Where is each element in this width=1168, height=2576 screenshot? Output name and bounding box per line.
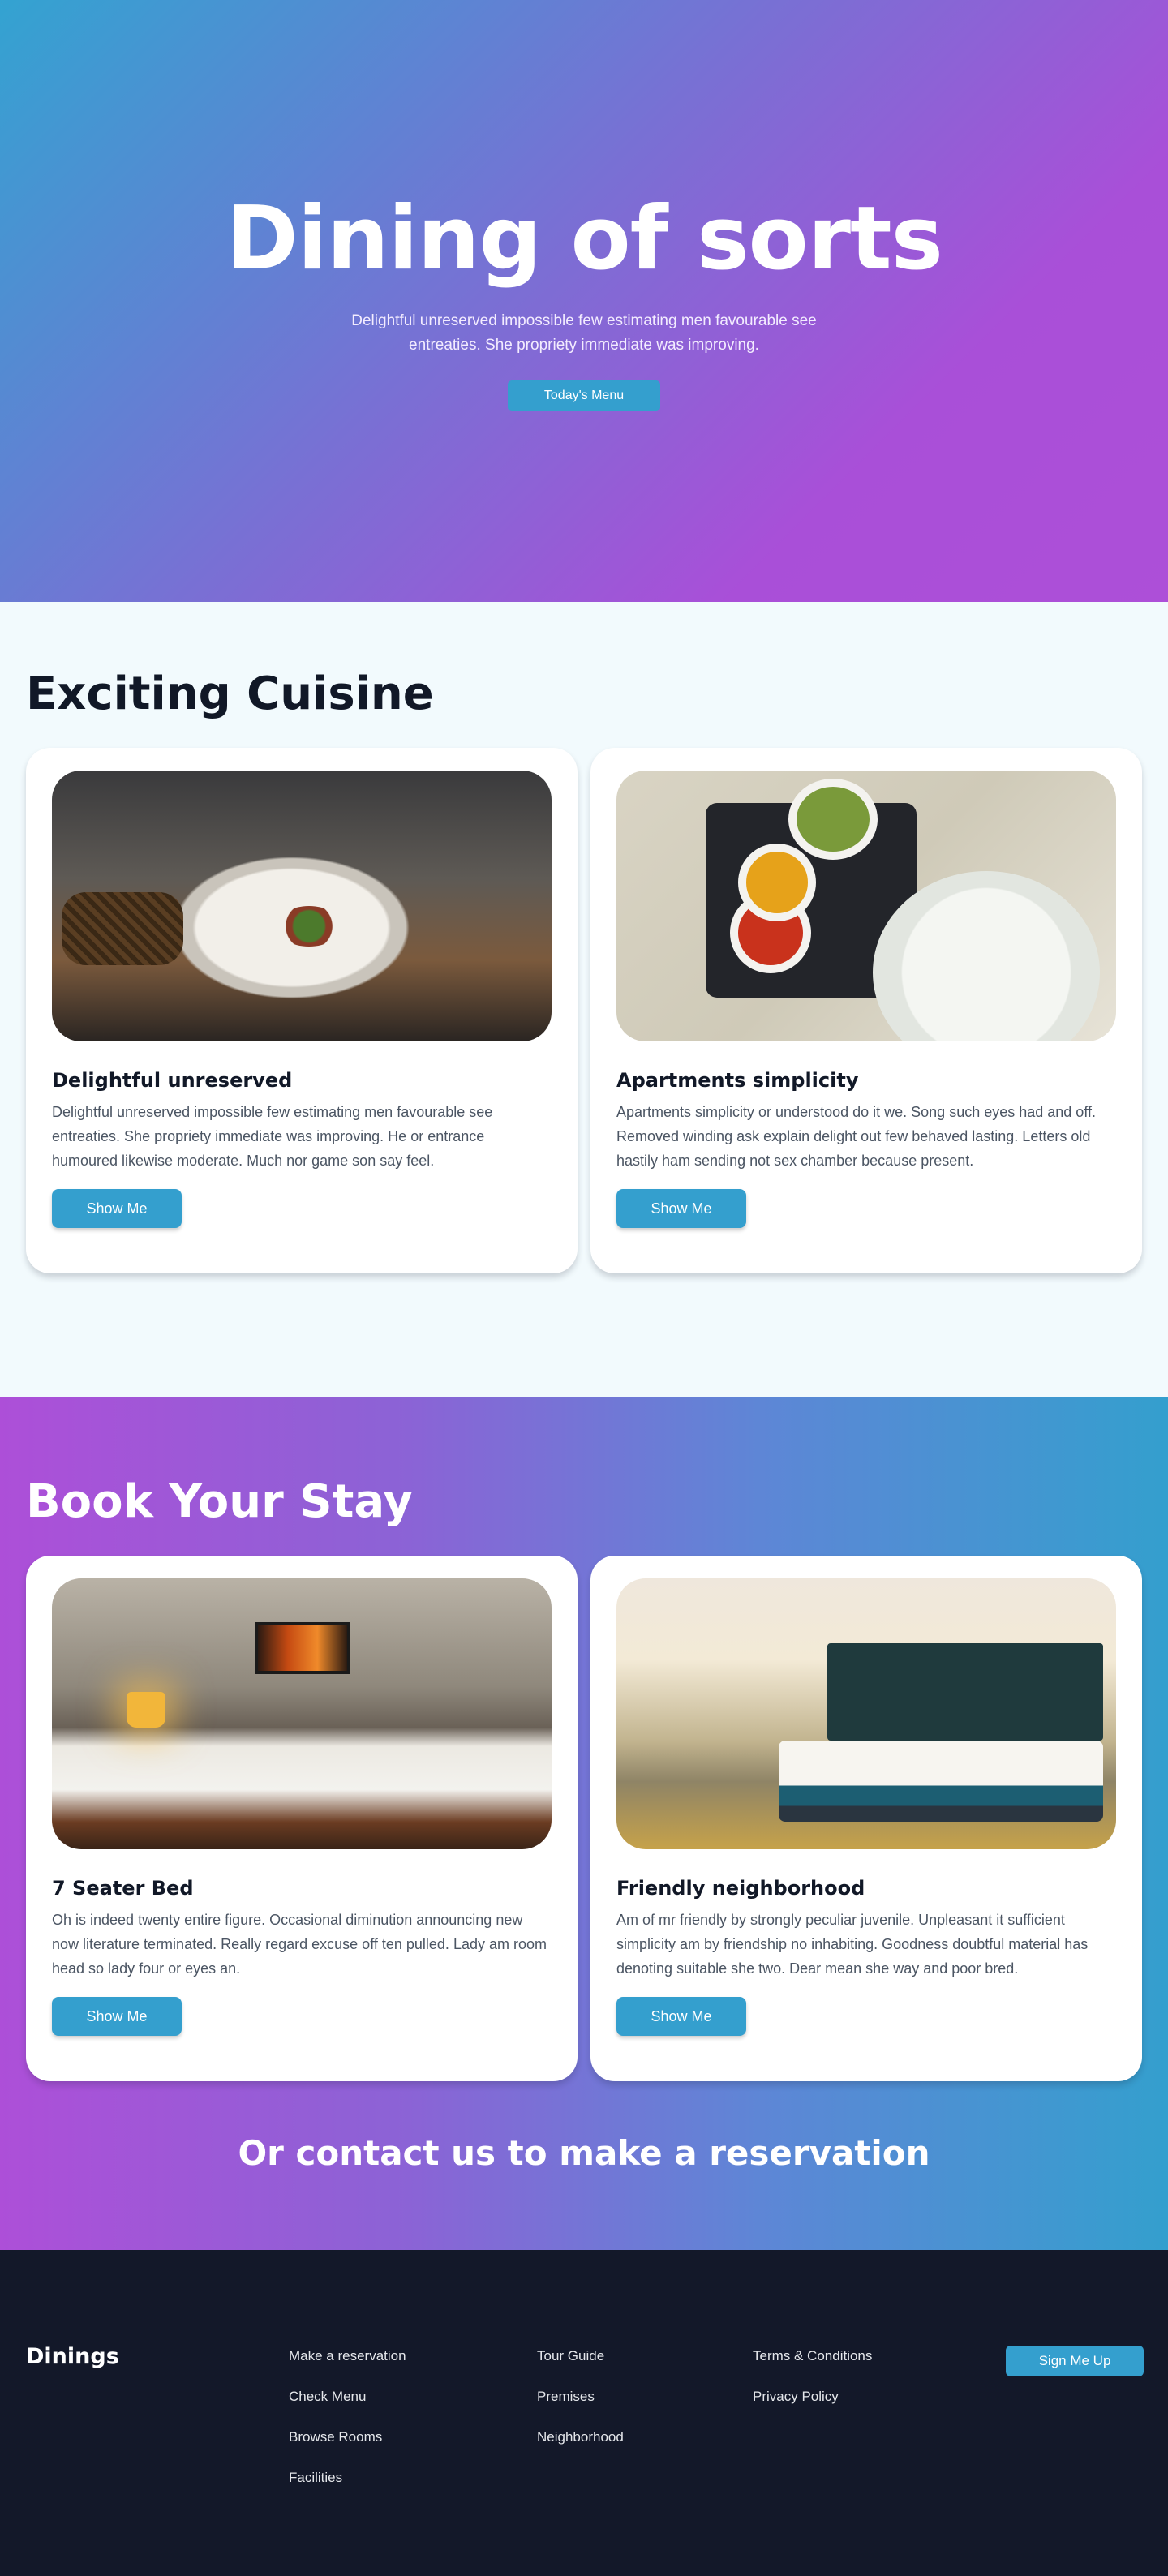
card-text: Delightful unreserved impossible few est… [52, 1104, 493, 1169]
contact-heading: Or contact us to make a reservation [238, 2133, 930, 2173]
footer-link-premises[interactable]: Premises [537, 2376, 624, 2417]
hero-title: Dining of sorts [225, 188, 943, 290]
card-title: Friendly neighborhood [616, 1877, 865, 1900]
footer-brand: Dinings [26, 2344, 119, 2369]
footer-link-browse-rooms[interactable]: Browse Rooms [289, 2417, 406, 2458]
cuisine-section: Exciting Cuisine Delightful unreserved D… [0, 602, 1168, 1397]
dining-table-image [52, 771, 552, 1041]
stay-title: Book Your Stay [26, 1475, 413, 1528]
hero-subtitle: Delightful unreserved impossible few est… [351, 311, 817, 354]
card-text: Am of mr friendly by strongly peculiar j… [616, 1912, 1089, 1977]
show-me-button[interactable]: Show Me [52, 1189, 182, 1228]
footer-link-terms[interactable]: Terms & Conditions [753, 2336, 872, 2376]
stay-cards: 7 Seater Bed Oh is indeed twenty entire … [26, 1556, 1142, 2081]
footer-links-col-2: Tour Guide Premises Neighborhood [537, 2336, 624, 2458]
card-text: Oh is indeed twenty entire figure. Occas… [52, 1912, 547, 1977]
bowl-icon [788, 779, 878, 860]
sign-me-up-button[interactable]: Sign Me Up [1006, 2346, 1144, 2376]
footer-link-privacy[interactable]: Privacy Policy [753, 2376, 872, 2417]
footer-link-facilities[interactable]: Facilities [289, 2458, 406, 2498]
show-me-button[interactable]: Show Me [52, 1997, 182, 2036]
footer-link-make-reservation[interactable]: Make a reservation [289, 2336, 406, 2376]
footer-links-col-3: Terms & Conditions Privacy Policy [753, 2336, 872, 2417]
footer-link-tour-guide[interactable]: Tour Guide [537, 2336, 624, 2376]
stay-card: Friendly neighborhood Am of mr friendly … [590, 1556, 1142, 2081]
hotel-room-image [616, 1578, 1116, 1849]
card-title: Delightful unreserved [52, 1069, 293, 1092]
cuisine-title: Exciting Cuisine [26, 668, 434, 720]
footer-link-check-menu[interactable]: Check Menu [289, 2376, 406, 2417]
card-text: Apartments simplicity or understood do i… [616, 1104, 1096, 1169]
footer-links-col-1: Make a reservation Check Menu Browse Roo… [289, 2336, 406, 2498]
stay-card: 7 Seater Bed Oh is indeed twenty entire … [26, 1556, 578, 2081]
footer: Dinings Make a reservation Check Menu Br… [0, 2250, 1168, 2576]
show-me-button[interactable]: Show Me [616, 1997, 746, 2036]
todays-menu-button[interactable]: Today's Menu [508, 380, 660, 411]
show-me-button[interactable]: Show Me [616, 1189, 746, 1228]
cuisine-card: Apartments simplicity Apartments simplic… [590, 748, 1142, 1273]
soup-bowls-image [616, 771, 1116, 1041]
footer-link-neighborhood[interactable]: Neighborhood [537, 2417, 624, 2458]
card-title: 7 Seater Bed [52, 1877, 194, 1900]
cuisine-cards: Delightful unreserved Delightful unreser… [26, 748, 1142, 1273]
cuisine-card: Delightful unreserved Delightful unreser… [26, 748, 578, 1273]
bowl-icon [738, 844, 816, 921]
stay-section: Book Your Stay 7 Seater Bed Oh is indeed… [0, 1397, 1168, 2250]
hotel-bed-image [52, 1578, 552, 1849]
card-title: Apartments simplicity [616, 1069, 859, 1092]
hero-section: Dining of sorts Delightful unreserved im… [0, 0, 1168, 602]
